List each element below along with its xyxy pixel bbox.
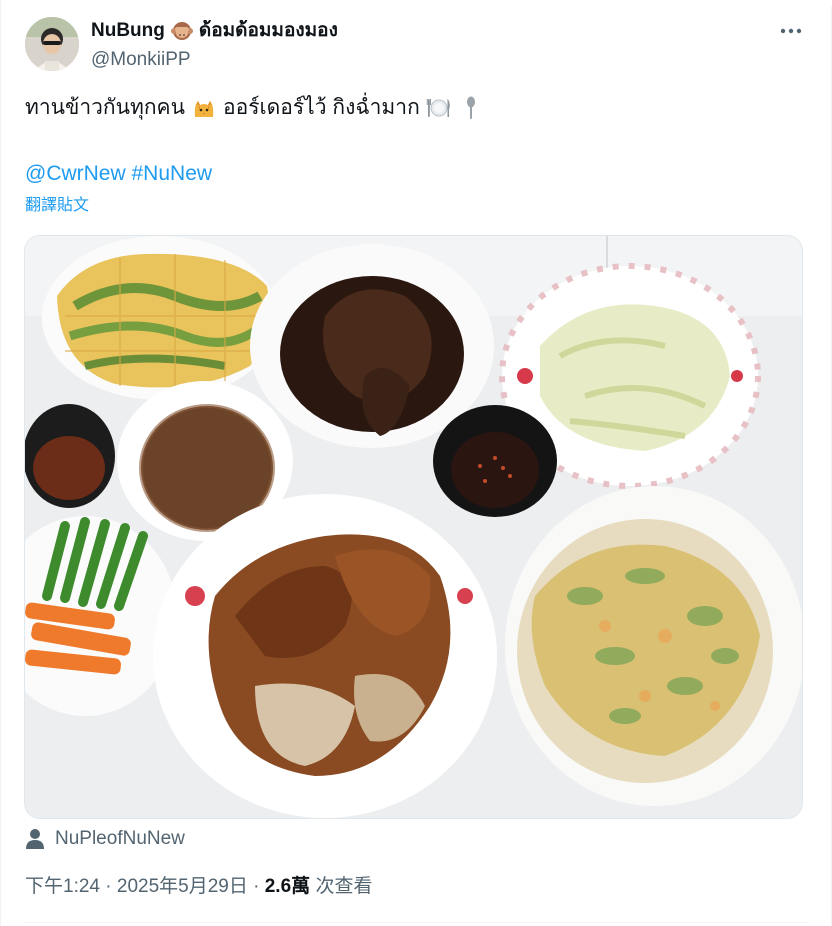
hashtag-link[interactable]: #NuNew	[132, 162, 213, 185]
top-edge	[1, 0, 832, 6]
tweet-photo[interactable]	[24, 235, 803, 819]
tagged-user[interactable]: NuPleofNuNew	[25, 826, 185, 852]
tweet-text: ทานข้าวกันทุกคน ออร์เดอร์ไว้ กิงฉ่ำมาก	[25, 94, 484, 122]
food-photo	[25, 236, 802, 818]
tweet-text-part2: ออร์เดอร์ไว้ กิงฉ่ำมาก	[222, 96, 420, 119]
tagged-user-name[interactable]: NuPleofNuNew	[55, 826, 185, 852]
meta-separator: ·	[105, 876, 112, 897]
see-no-evil-monkey-icon	[170, 20, 193, 42]
views-count: 2.6萬	[264, 876, 311, 897]
tweet-text-part1: ทานข้าวกันทุกคน	[25, 96, 185, 119]
display-name[interactable]: NuBung	[91, 19, 165, 43]
tweet-date[interactable]: 2025年5月29日	[117, 876, 248, 897]
more-icon	[780, 28, 802, 34]
meta-separator-2: ·	[253, 876, 260, 897]
person-icon	[26, 829, 44, 849]
more-options-button[interactable]	[773, 20, 809, 42]
cat-face-icon	[191, 95, 217, 121]
avatar-image	[25, 17, 79, 71]
tweet-time[interactable]: 下午1:24	[25, 876, 100, 897]
user-handle[interactable]: @MonkiiPP	[91, 48, 191, 72]
fork-knife-plate-icon	[426, 95, 452, 121]
tweet-meta: 下午1:24 · 2025年5月29日 · 2.6萬 次查看	[25, 874, 372, 900]
mention-link[interactable]: @CwrNew	[25, 162, 126, 185]
display-name-row[interactable]: NuBung ด้อมด้อมมองมอง	[91, 19, 338, 43]
tweet-links: @CwrNew #NuNew	[25, 160, 212, 188]
avatar[interactable]	[25, 17, 79, 71]
views-label: 次查看	[315, 876, 373, 897]
translate-post-link[interactable]: 翻譯貼文	[25, 195, 89, 217]
tweet-detail: NuBung ด้อมด้อมมองมอง @MonkiiPP ทานข้าวก…	[0, 0, 832, 926]
display-name-suffix: ด้อมด้อมมองมอง	[198, 20, 338, 41]
divider	[25, 922, 809, 923]
spoon-icon	[458, 95, 484, 121]
